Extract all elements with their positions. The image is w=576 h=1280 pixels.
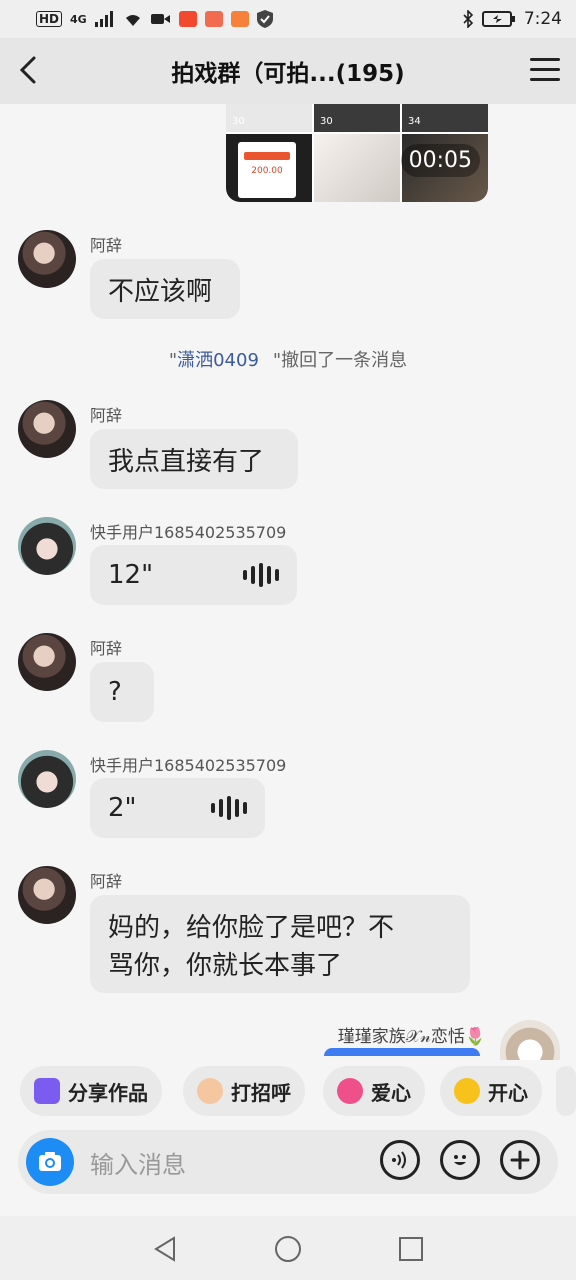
voice-duration: 12" [108,560,154,590]
camera-icon [39,1152,61,1171]
camera-button[interactable] [26,1138,74,1186]
media-thumb[interactable] [314,134,400,202]
laugh-emoji-icon [454,1078,480,1104]
voice-wave-icon [243,563,279,587]
quick-reply-greet[interactable]: 打招呼 [183,1066,305,1116]
nav-recents-icon[interactable] [396,1234,426,1264]
app-icon-3 [230,11,249,27]
wifi-icon [125,15,140,26]
avatar[interactable] [18,866,76,924]
avatar[interactable] [18,400,76,458]
message-bubble[interactable]: 妈的，给你脸了是吧？不 骂你，你就长本事了 [90,895,470,993]
more-plus-button[interactable] [500,1140,540,1180]
my-avatar[interactable] [500,1020,560,1060]
like-count: 30 [232,116,245,127]
message-bubble[interactable]: 我点直接有了 [90,429,298,489]
recalled-user-link[interactable]: 潇洒0409 [177,350,259,371]
sender-name: 阿辞 [90,236,123,255]
voice-wave-icon [392,1151,406,1169]
battery-icon [481,11,515,27]
voice-input-button[interactable] [380,1140,420,1180]
nav-home-icon[interactable] [273,1234,303,1264]
back-arrow-icon[interactable] [14,54,46,86]
video-icon [150,14,170,24]
nav-back-icon[interactable] [150,1234,180,1264]
message-line: 妈的，给你脸了是吧？不 [108,913,395,943]
message-bubble[interactable]: ? [90,662,154,722]
media-thumb[interactable]: 30 [226,104,312,132]
like-count: 34 [408,116,421,127]
menu-icon[interactable] [530,58,560,84]
heart-icon [337,1078,363,1104]
quick-reply-bar: 分享作品 打招呼 爱心 开心 [0,1064,576,1120]
voice-message-bubble[interactable]: 12" [90,545,297,605]
smile-icon [454,1155,466,1165]
media-thumb-receipt[interactable]: 200.00 [226,134,312,202]
shared-media-grid[interactable]: 30 30 34 200.00 00:05 [226,104,488,202]
voice-message-bubble[interactable]: 2" [90,778,265,838]
app-icon-1 [178,11,197,27]
quick-reply-share-works[interactable]: 分享作品 [20,1066,162,1116]
receipt-amount: 200.00 [251,166,283,176]
media-thumb[interactable]: 30 [314,104,400,132]
voice-duration: 2" [108,793,137,823]
like-count: 30 [320,116,333,127]
sender-name: 快手用户1685402535709 [90,523,287,542]
voice-wave-icon [211,796,247,820]
avatar[interactable] [18,633,76,691]
plus-icon [510,1150,530,1170]
avatar[interactable] [18,230,76,288]
quick-reply-more[interactable] [556,1066,576,1116]
clock: 7:24 [523,9,562,29]
receipt-image: 200.00 [238,142,296,198]
avatar[interactable] [18,517,76,575]
chat-header: 拍戏群（可拍...(195) [0,38,576,104]
hd-badge: HD [36,11,63,27]
share-works-icon [34,1078,60,1104]
wave-hand-icon [197,1078,223,1104]
system-nav-bar [0,1216,576,1280]
sender-name: 阿辞 [90,872,123,891]
video-duration: 00:05 [400,144,480,177]
media-thumb[interactable]: 34 [402,104,488,132]
avatar[interactable] [18,750,76,808]
bluetooth-icon [463,10,473,28]
status-bar: HD 4G 7:24 [0,0,576,38]
quick-reply-heart[interactable]: 爱心 [323,1066,425,1116]
emoji-button[interactable] [440,1140,480,1180]
message-input[interactable]: 输入消息 [90,1145,186,1180]
quick-reply-happy[interactable]: 开心 [440,1066,542,1116]
app-icon-2 [204,11,223,27]
message-line: 骂你，你就长本事了 [108,951,343,981]
sender-name: 阿辞 [90,406,123,425]
recall-notice: "潇洒0409 "撤回了一条消息 [168,350,408,371]
outgoing-sender-name: 瑾瑾家族𝒳𝓃恋恬🌷 [337,1027,486,1047]
sender-name: 快手用户1685402535709 [90,756,287,775]
message-bubble[interactable]: 不应该啊 [90,259,240,319]
network-label: 4G [70,12,87,26]
shield-icon [256,10,273,28]
chat-title: 拍戏群（可拍...(195) [171,61,405,87]
sender-name: 阿辞 [90,639,123,658]
outgoing-bubble[interactable] [324,1048,480,1056]
message-input-bar: 输入消息 [18,1130,558,1194]
signal-icon [94,11,113,27]
media-thumb-video[interactable]: 00:05 [400,134,488,202]
